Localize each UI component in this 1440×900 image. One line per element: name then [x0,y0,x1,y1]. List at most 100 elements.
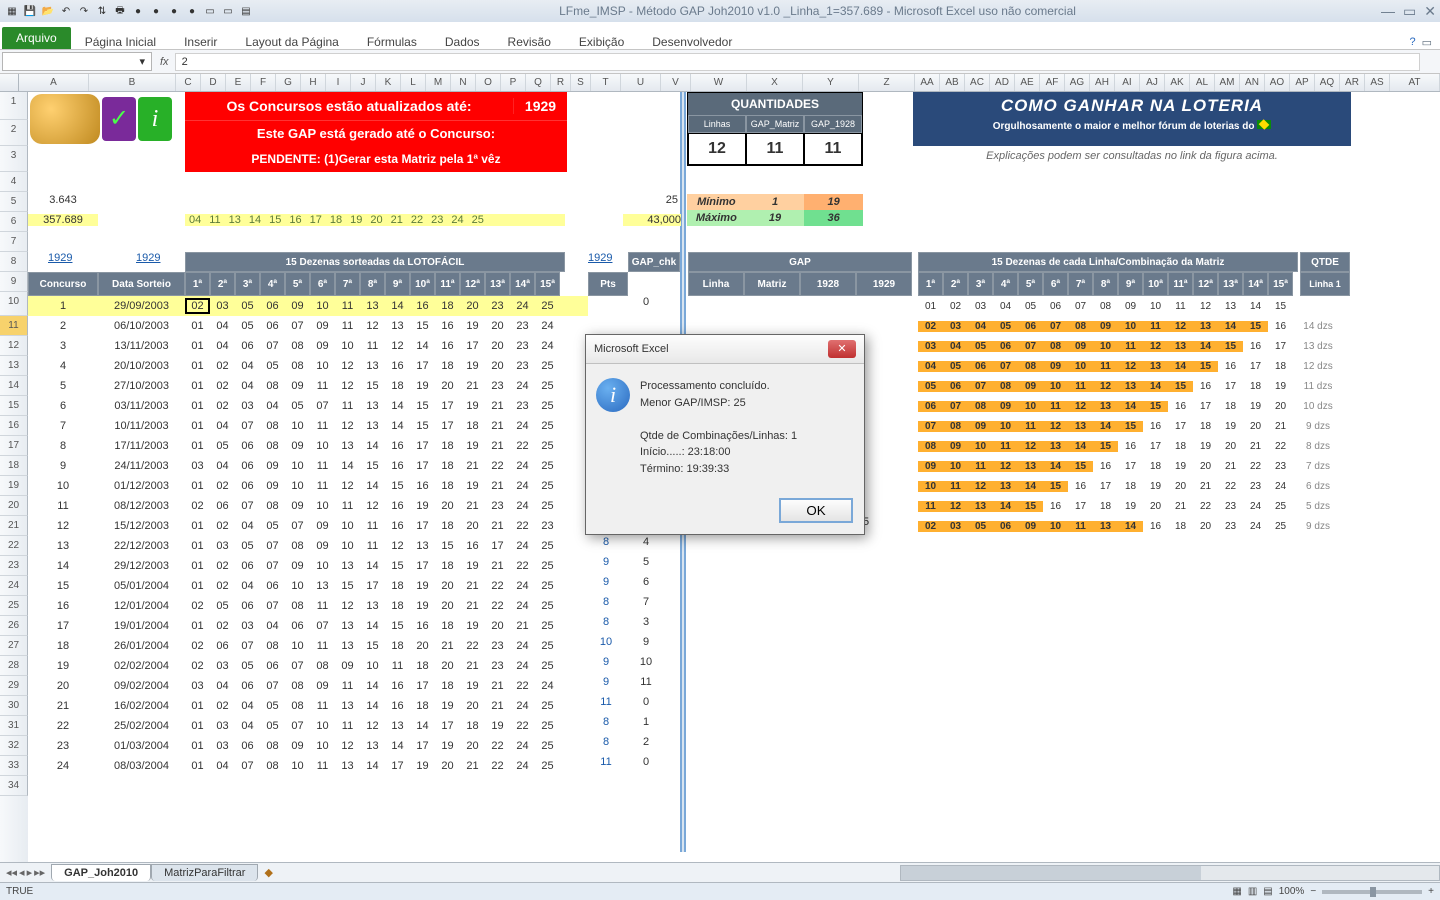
pts-row[interactable]: 83 [586,616,686,636]
file-tab[interactable]: Arquivo [2,27,71,49]
pts-row[interactable]: 910 [586,656,686,676]
table-row[interactable]: 1505/01/20040102040610131517181920212224… [28,576,588,596]
table-row[interactable]: 2116/02/20040102040508111314161819202124… [28,696,588,716]
row-header[interactable]: 17 [0,436,28,456]
table-row[interactable]: 1719/01/20040102030406071314151618192021… [28,616,588,636]
col-header[interactable]: AH [1090,74,1115,91]
col-header[interactable]: F [251,74,276,91]
link-1929[interactable]: 1929 [48,252,72,264]
col-header[interactable]: AE [1015,74,1040,91]
gap-row[interactable] [688,296,888,316]
table-row[interactable]: 710/11/200301040708101112131415171821242… [28,416,588,436]
matriz-row[interactable]: 0708091011121314151617181920219 dzs [918,416,1348,436]
gap-row[interactable] [688,656,888,676]
row-header[interactable]: 14 [0,376,28,396]
table-row[interactable]: 313/11/200301040607080910111214161720232… [28,336,588,356]
col-header[interactable]: A [19,74,89,91]
view-layout-icon[interactable]: ▥ [1248,886,1257,897]
table-row[interactable]: 1322/12/20030103050708091011121315161724… [28,536,588,556]
gap-row[interactable] [688,536,888,556]
chevron-down-icon[interactable]: ▾ [139,55,145,68]
col-header[interactable]: AD [990,74,1015,91]
col-header[interactable]: AC [965,74,990,91]
ribbon-tab[interactable]: Fórmulas [353,31,431,53]
qat-icon[interactable]: ▭ [202,3,218,19]
gap-row[interactable] [688,316,888,336]
col-header[interactable]: C [176,74,201,91]
col-header[interactable]: N [451,74,476,91]
row-header[interactable]: 13 [0,356,28,376]
row-header[interactable]: 23 [0,556,28,576]
row-header[interactable]: 24 [0,576,28,596]
table-row[interactable]: 1826/01/20040206070810111315182021222324… [28,636,588,656]
pts-row[interactable]: 95 [586,556,686,576]
cell-a5[interactable]: 3.643 [28,194,98,206]
cell-a6[interactable]: 357.689 [28,214,98,226]
save-icon[interactable]: 💾 [22,3,38,19]
row-header[interactable]: 15 [0,396,28,416]
table-row[interactable]: 1108/12/20030206070809101112161920212324… [28,496,588,516]
col-header[interactable]: AO [1265,74,1290,91]
sheet-tab[interactable]: MatrizParaFiltrar [151,864,258,881]
row-header[interactable]: 7 [0,232,28,252]
matriz-row[interactable]: 03040506070809101112131415161713 dzs [918,336,1348,356]
matriz-row[interactable]: 05060708091011121314151617181911 dzs [918,376,1348,396]
horizontal-scrollbar[interactable] [900,865,1440,881]
matriz-row[interactable]: 06070809101112131415161718192010 dzs [918,396,1348,416]
ribbon-tab[interactable]: Layout da Página [231,31,352,53]
row-header[interactable]: 18 [0,456,28,476]
minimize-icon[interactable]: — [1381,3,1395,20]
row-header[interactable]: 12 [0,336,28,356]
pts-row[interactable]: 109 [586,636,686,656]
zoom-out-icon[interactable]: − [1310,886,1316,897]
table-row[interactable]: 603/11/200301020304050711131415171921232… [28,396,588,416]
row-header[interactable]: 3 [0,146,28,172]
col-header[interactable]: B [89,74,176,91]
pts-row[interactable] [586,316,686,336]
undo-icon[interactable]: ↶ [58,3,74,19]
col-header[interactable]: AQ [1315,74,1340,91]
pts-row[interactable]: 96 [586,576,686,596]
pts-row[interactable]: 81 [586,716,686,736]
col-header[interactable]: J [351,74,376,91]
gap-row[interactable] [688,676,888,696]
col-header[interactable]: AF [1040,74,1065,91]
col-header[interactable]: Z [859,74,915,91]
row-header[interactable]: 27 [0,636,28,656]
pts-row[interactable]: 82 [586,736,686,756]
row-header[interactable]: 22 [0,536,28,556]
pts-row[interactable]: 911 [586,676,686,696]
gap-row[interactable] [688,636,888,656]
qat-icon[interactable]: ● [148,3,164,19]
zoom-in-icon[interactable]: + [1428,886,1434,897]
dialog-close-icon[interactable]: ✕ [828,340,856,358]
col-header[interactable]: G [276,74,301,91]
table-row[interactable]: 1429/12/20030102060709101314151718192122… [28,556,588,576]
row-header[interactable]: 11 [0,316,28,336]
view-normal-icon[interactable]: ▦ [1232,886,1241,897]
row-header[interactable]: 33 [0,756,28,776]
row-header[interactable]: 5 [0,192,28,212]
name-box[interactable]: ▾ [2,52,152,71]
cell-u6[interactable]: 43,000 [623,214,681,226]
col-header[interactable]: U [621,74,661,91]
data-table[interactable]: 129/09/200302030506091011131416182023242… [28,296,588,776]
pts-row[interactable]: 87 [586,596,686,616]
sheet-nav[interactable]: ◂◂◂▸▸▸ [0,866,51,879]
cells[interactable]: ✓ i Os Concursos estão atualizados até:1… [28,92,1440,868]
gap-row[interactable] [688,716,888,736]
qat-icon[interactable]: ▭ [220,3,236,19]
col-header[interactable]: I [326,74,351,91]
matriz-row[interactable]: 010203040506070809101112131415 [918,296,1348,316]
ribbon-tab[interactable]: Desenvolvedor [638,31,746,53]
col-header[interactable]: AJ [1140,74,1165,91]
help-icon[interactable]: ? [1409,36,1415,49]
zoom-level[interactable]: 100% [1279,886,1305,897]
col-header[interactable]: AR [1340,74,1365,91]
col-header[interactable]: D [201,74,226,91]
row-header[interactable]: 29 [0,676,28,696]
table-row[interactable]: 1902/02/20040203050607080910111820212324… [28,656,588,676]
matriz-row[interactable]: 0910111213141516171819202122237 dzs [918,456,1348,476]
row-header[interactable]: 21 [0,516,28,536]
gap-row[interactable] [688,736,888,756]
